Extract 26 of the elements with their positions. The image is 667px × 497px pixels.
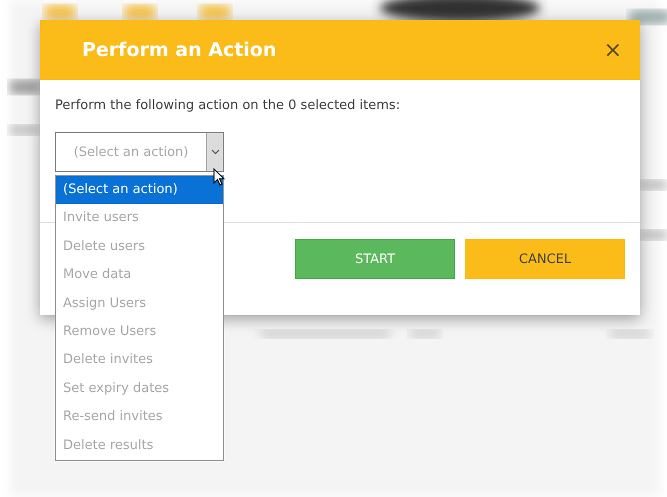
- blurred-shape: [630, 10, 667, 24]
- chevron-icon: [210, 149, 220, 155]
- cancel-button[interactable]: CANCEL: [465, 239, 625, 279]
- start-button[interactable]: START: [295, 239, 455, 279]
- blurred-shape: [200, 5, 230, 19]
- dropdown-option[interactable]: (Select an action): [56, 176, 223, 204]
- dropdown-option[interactable]: Invite users: [56, 204, 223, 233]
- dropdown-option[interactable]: Delete results: [56, 432, 223, 460]
- dropdown-option[interactable]: Move data: [56, 261, 223, 290]
- dialog-title: Perform an Action: [82, 39, 276, 61]
- dialog-message: Perform the following action on the 0 selected items:: [55, 98, 402, 113]
- action-select[interactable]: (Select an action): [55, 132, 224, 172]
- blurred-text: [410, 330, 440, 338]
- blurred-shape: [125, 5, 155, 19]
- blurred-text: [10, 80, 40, 94]
- dropdown-option[interactable]: Delete users: [56, 232, 223, 262]
- blurred-shape: [45, 5, 75, 19]
- dropdown-option[interactable]: Assign Users: [56, 290, 223, 318]
- dropdown-option[interactable]: Set expiry dates: [56, 374, 223, 404]
- dropdown-option[interactable]: Delete invites: [56, 346, 223, 375]
- blurred-text: [640, 180, 667, 190]
- dropdown-option[interactable]: Remove Users: [56, 318, 223, 346]
- blurred-text: [10, 125, 40, 135]
- dropdown-option[interactable]: Re-send invites: [56, 403, 223, 432]
- blurred-text: [640, 230, 667, 240]
- close-button[interactable]: ×: [600, 38, 626, 62]
